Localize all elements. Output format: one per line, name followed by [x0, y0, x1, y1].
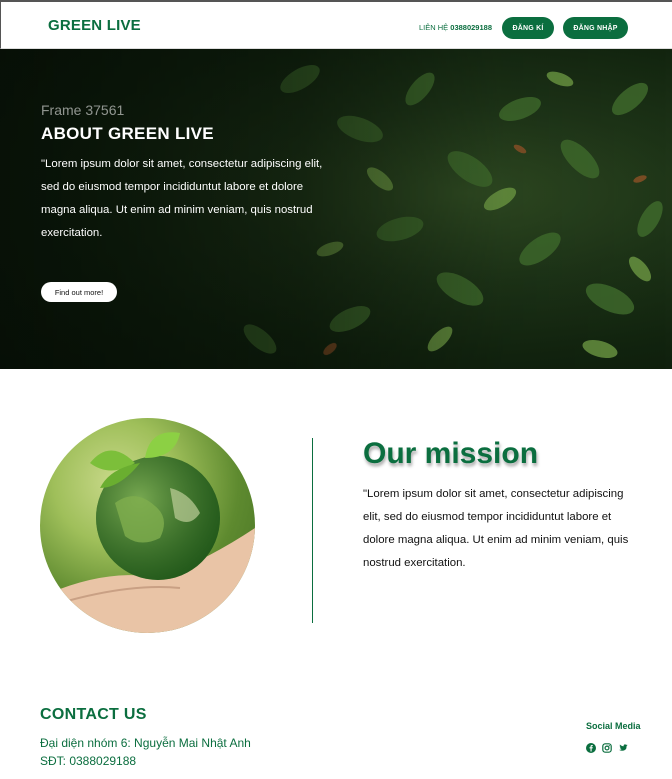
instagram-icon[interactable]: [602, 740, 612, 753]
contact-phone-footer[interactable]: SĐT: 0388029188: [40, 754, 136, 768]
contact-us-title: CONTACT US: [40, 706, 147, 723]
vertical-divider: [312, 438, 313, 623]
find-out-more-button[interactable]: Find out more!: [41, 282, 117, 302]
globe-illustration: [40, 432, 255, 633]
globe-in-hand-image: [40, 418, 255, 633]
social-icons: [586, 740, 628, 753]
contact-label: LIÊN HỆ: [419, 23, 449, 32]
login-button[interactable]: ĐĂNG NHẬP: [563, 17, 628, 39]
hero-title: ABOUT GREEN LIVE: [41, 124, 214, 143]
hero-description: "Lorem ipsum dolor sit amet, consectetur…: [41, 158, 323, 239]
twitter-icon[interactable]: [618, 740, 628, 751]
frame-label: Frame 37561: [41, 102, 125, 118]
hero-section: Frame 37561 ABOUT GREEN LIVE "Lorem ipsu…: [0, 49, 672, 369]
facebook-icon[interactable]: [586, 740, 596, 753]
register-button[interactable]: ĐĂNG KÍ: [502, 17, 554, 39]
mission-description: "Lorem ipsum dolor sit amet, consectetur…: [363, 488, 629, 569]
contact-phone[interactable]: 0388029188: [450, 23, 492, 32]
top-nav-bar: GREEN LIVE LIÊN HỆ 0388029188 ĐĂNG KÍ ĐĂ…: [0, 0, 672, 49]
header-contact: LIÊN HỆ 0388029188: [419, 23, 492, 32]
site-logo[interactable]: GREEN LIVE: [48, 17, 141, 34]
mission-title: Our mission: [363, 437, 539, 470]
social-media-title: Social Media: [586, 721, 641, 731]
contact-representative: Đại diện nhóm 6: Nguyễn Mai Nhật Anh: [40, 736, 251, 750]
